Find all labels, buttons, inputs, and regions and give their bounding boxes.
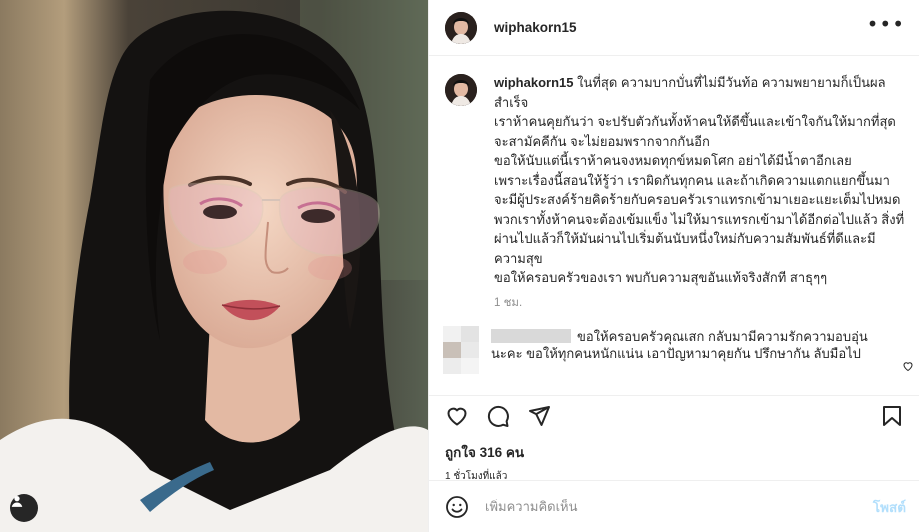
caption-text: wiphakorn15 ในที่สุด ความบากบั่นที่ไม่มี… [494, 73, 906, 288]
caption-line: ขอให้นับแต่นี้เราห้าคนจงหมดทุกข์หมดโศก อ… [494, 153, 852, 168]
bookmark-icon[interactable] [880, 404, 904, 428]
caption: wiphakorn15 ในที่สุด ความบากบั่นที่ไม่มี… [429, 57, 919, 288]
post-username[interactable]: wiphakorn15 [494, 20, 867, 35]
like-count[interactable]: ถูกใจ 316 คน [429, 431, 919, 463]
comment-input[interactable] [485, 499, 873, 514]
commenter-name-blurred[interactable] [491, 328, 571, 343]
add-comment-bar: โพสต์ [429, 480, 919, 532]
caption-line: พวกเราทั้งห้าคนจะต้องเข้มแข็ง ไม่ให้มารแ… [494, 211, 905, 266]
comment-item: ขอให้ครอบครัวคุณเสก กลับมามีความรักความอ… [429, 312, 919, 374]
commenter-avatar[interactable] [443, 325, 479, 374]
heart-icon[interactable] [445, 404, 469, 428]
caption-time: 1 ชม. [494, 296, 523, 309]
caption-username[interactable]: wiphakorn15 [494, 75, 573, 90]
comment-like-heart-icon[interactable] [902, 357, 914, 376]
send-icon[interactable] [527, 404, 551, 428]
more-horizontal-icon[interactable]: ••• [867, 14, 905, 42]
post-details-panel: wiphakorn15 ••• wiphakorn15 ในที่สุด ควา… [428, 0, 919, 532]
portrait-illustration [0, 0, 428, 532]
post-comment-button[interactable]: โพสต์ [873, 496, 906, 518]
comment-text: ขอให้ครอบครัวคุณเสก กลับมามีความรักความอ… [491, 326, 881, 374]
caption-line: เพราะเรื่องนี้สอนให้รู้ว่า เราผิดกันทุกค… [494, 172, 901, 208]
comments-section: wiphakorn15 ในที่สุด ความบากบั่นที่ไม่มี… [429, 57, 919, 395]
caption-line: เราห้าคนคุยกันว่า จะปรับตัวกันทั้งห้าคนใ… [494, 114, 896, 149]
post-header: wiphakorn15 ••• [429, 0, 919, 56]
post-photo[interactable] [0, 0, 428, 532]
caption-line: ขอให้ครอบครัวของเรา พบกับความสุขอันแท้จร… [494, 270, 828, 285]
comment-icon[interactable] [486, 404, 510, 428]
emoji-icon[interactable] [445, 495, 469, 519]
avatar[interactable] [445, 11, 477, 44]
caption-avatar[interactable] [445, 74, 477, 106]
tagged-user-icon[interactable] [10, 494, 38, 522]
action-icons [429, 397, 919, 431]
